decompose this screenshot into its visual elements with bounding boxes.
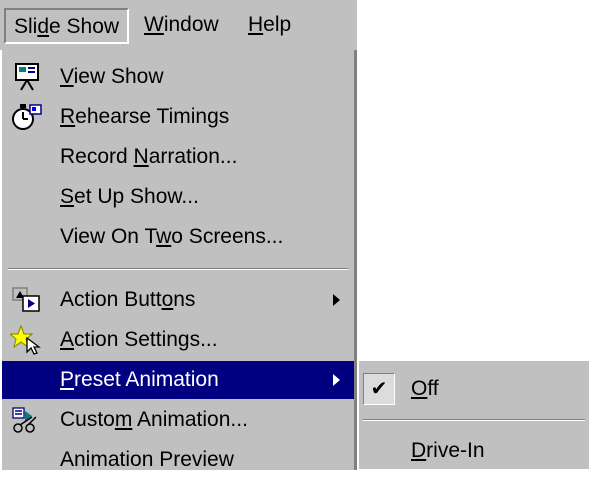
stopwatch-icon	[10, 102, 44, 132]
submenu-item-label: Off	[411, 377, 439, 400]
submenu-item-label: Drive-In	[411, 439, 485, 462]
menu-item-label: Preset Animation	[60, 368, 219, 391]
submenu-arrow-icon	[333, 374, 340, 386]
menu-separator	[8, 268, 348, 270]
menu-item-label: Animation Preview	[60, 448, 234, 471]
menu-window-label-post: indow	[163, 13, 219, 36]
menu-help-label-post: elp	[263, 13, 292, 36]
menu-help[interactable]: Help	[240, 8, 299, 44]
menu-item-label: Custom Animation...	[60, 408, 248, 431]
menu-item-set-up-show[interactable]: Set Up Show...	[2, 178, 354, 216]
menu-item-label: View On Two Screens...	[60, 225, 284, 248]
preset-animation-submenu: ✔ Off Drive-In	[357, 359, 589, 469]
menu-item-view-on-two-screens[interactable]: View On Two Screens...	[2, 218, 354, 256]
menu-item-label: Action Buttons	[60, 288, 196, 311]
menu-window[interactable]: Window	[136, 8, 227, 44]
menu-item-animation-preview[interactable]: Animation Preview	[2, 441, 354, 479]
submenu-arrow-icon	[333, 294, 340, 306]
menu-item-label: Action Settings...	[60, 328, 218, 351]
projector-screen-icon	[10, 62, 44, 92]
menu-item-preset-animation[interactable]: Preset Animation	[2, 361, 354, 399]
submenu-separator	[363, 419, 585, 421]
menu-slide-show-label-pre: Sli	[14, 15, 38, 38]
submenu-item-off[interactable]: ✔ Off	[359, 369, 589, 409]
menu-item-action-settings[interactable]: Action Settings...	[2, 321, 354, 359]
menu-item-label: Record Narration...	[60, 145, 238, 168]
action-settings-icon	[8, 324, 44, 355]
menu-item-record-narration[interactable]: Record Narration...	[2, 138, 354, 176]
menu-item-label: Rehearse Timings	[60, 105, 230, 128]
submenu-item-drive-in[interactable]: Drive-In	[359, 431, 589, 471]
custom-animation-icon	[10, 405, 44, 435]
menu-item-view-show[interactable]: View Show	[2, 58, 354, 96]
action-buttons-icon	[10, 285, 44, 315]
menu-slide-show[interactable]: Slide Show	[4, 8, 130, 44]
slide-show-dropdown: View Show Rehearse Timings Record Narrat…	[0, 50, 357, 471]
menu-item-custom-animation[interactable]: Custom Animation...	[2, 401, 354, 439]
menu-help-accel: H	[248, 13, 264, 36]
menu-item-label: View Show	[60, 65, 164, 88]
checkmark-icon: ✔	[363, 373, 395, 405]
menu-item-label: Set Up Show...	[60, 185, 199, 208]
menu-slide-show-label-post: e Show	[49, 15, 120, 38]
menu-window-accel: W	[144, 13, 164, 36]
menu-item-action-buttons[interactable]: Action Buttons	[2, 281, 354, 319]
menu-bar: Slide Show Window Help	[0, 0, 357, 50]
menu-slide-show-accel: d	[37, 15, 50, 38]
menu-item-rehearse-timings[interactable]: Rehearse Timings	[2, 98, 354, 136]
